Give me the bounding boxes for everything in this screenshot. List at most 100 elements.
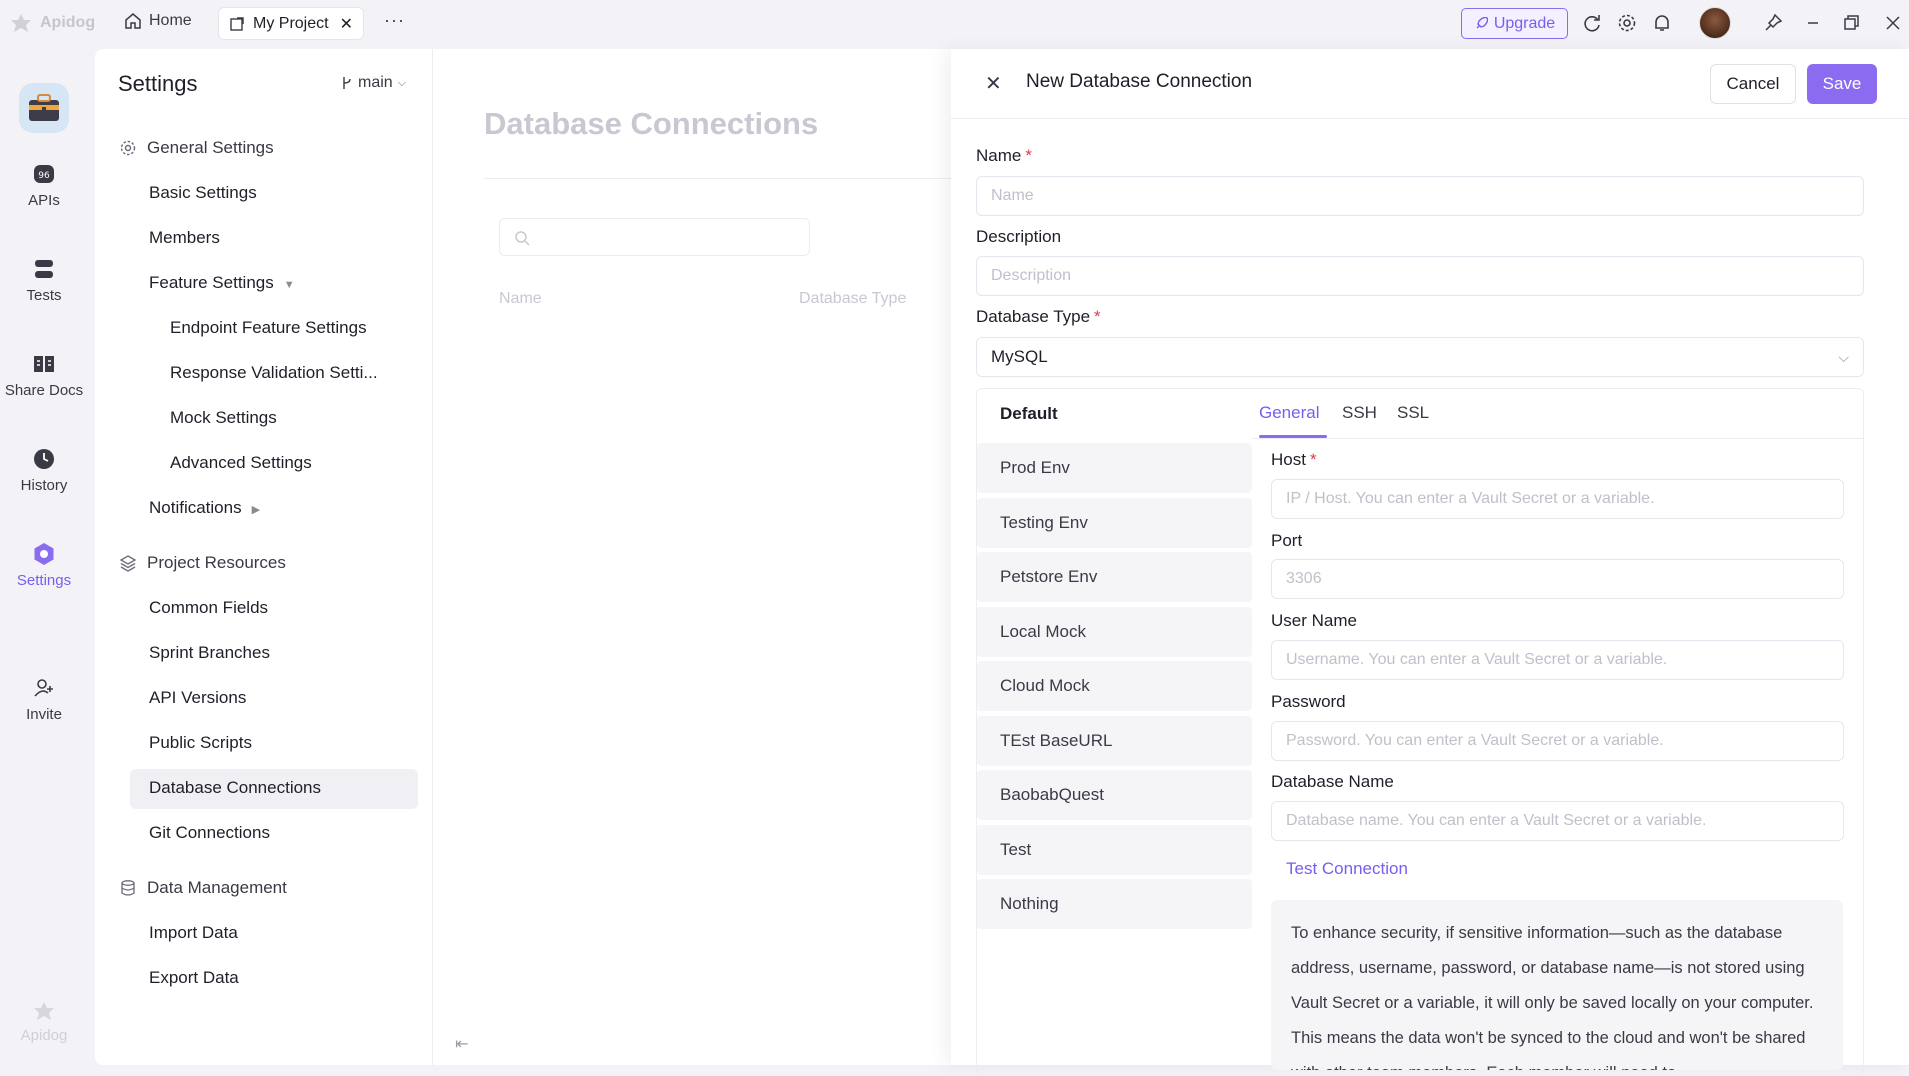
project-avatar[interactable]: [19, 83, 69, 133]
home-button[interactable]: Home: [124, 12, 192, 30]
database-type-value: MySQL: [991, 347, 1048, 366]
bell-icon[interactable]: [1651, 12, 1673, 34]
refresh-icon[interactable]: [1581, 12, 1603, 34]
nav-item-public-scripts[interactable]: Public Scripts: [149, 733, 252, 753]
close-icon[interactable]: ✕: [340, 14, 353, 34]
tab-ssl[interactable]: SSL: [1397, 403, 1429, 423]
cancel-button[interactable]: Cancel: [1710, 64, 1796, 104]
nav-item-sprint-branches[interactable]: Sprint Branches: [149, 643, 270, 663]
env-item-prod-env[interactable]: Prod Env: [977, 443, 1252, 493]
required-marker: *: [1094, 307, 1101, 326]
env-item-local-mock[interactable]: Local Mock: [977, 607, 1252, 657]
description-label: Description: [976, 227, 1062, 246]
database-name-label: Database Name: [1271, 772, 1394, 791]
description-field[interactable]: [976, 256, 1864, 296]
rail-item-invite[interactable]: Invite: [0, 676, 88, 723]
history-icon: [34, 449, 54, 469]
name-label-text: Name: [976, 146, 1022, 165]
nav-item-database-connections[interactable]: Database Connections: [149, 778, 321, 798]
save-button[interactable]: Save: [1807, 64, 1877, 104]
rocket-icon: [1476, 16, 1488, 28]
invite-icon: [34, 679, 53, 697]
nav-item-export-data[interactable]: Export Data: [149, 968, 239, 988]
active-tab-indicator: [1259, 435, 1327, 438]
drawer-title: New Database Connection: [1026, 71, 1253, 92]
search-input[interactable]: [499, 218, 810, 256]
svg-text:96: 96: [38, 171, 50, 181]
nav-group-data-management[interactable]: Data Management: [119, 878, 287, 898]
database-name-field[interactable]: [1271, 801, 1844, 841]
tab-my-project[interactable]: My Project ✕: [218, 7, 364, 40]
database-type-select[interactable]: MySQL ⌵: [976, 337, 1864, 377]
upgrade-button[interactable]: Upgrade: [1461, 8, 1568, 39]
env-item-testing-env[interactable]: Testing Env: [977, 498, 1252, 548]
chevron-down-icon: ⌵: [397, 76, 407, 89]
nav-group-general-settings[interactable]: General Settings: [119, 138, 274, 158]
env-item-test[interactable]: Test: [977, 825, 1252, 875]
nav-item-response-validation-settings[interactable]: Response Validation Setti...: [170, 363, 378, 383]
env-item-baobabquest[interactable]: BaobabQuest: [977, 770, 1252, 820]
restore-icon[interactable]: [1840, 12, 1862, 34]
tab-ssh[interactable]: SSH: [1342, 403, 1377, 423]
close-icon[interactable]: ✕: [985, 71, 1002, 96]
divider: [484, 178, 954, 179]
gear-icon[interactable]: [1616, 12, 1638, 34]
branch-selector[interactable]: main ⌵: [341, 74, 406, 92]
nav-item-common-fields[interactable]: Common Fields: [149, 598, 268, 618]
page-title: Database Connections: [484, 106, 819, 141]
nav-item-mock-settings[interactable]: Mock Settings: [170, 408, 277, 428]
env-item-petstore-env[interactable]: Petstore Env: [977, 552, 1252, 602]
env-item-cloud-mock[interactable]: Cloud Mock: [977, 661, 1252, 711]
rail-footer-logo-text: Apidog: [20, 1027, 68, 1044]
more-tabs-button[interactable]: ···: [384, 10, 405, 31]
env-item-test-baseurl[interactable]: TEst BaseURL: [977, 716, 1252, 766]
nav-item-advanced-settings[interactable]: Advanced Settings: [170, 453, 312, 473]
env-item-nothing[interactable]: Nothing: [977, 879, 1252, 929]
apis-icon: 96: [34, 165, 54, 183]
rail-footer-logo: Apidog: [16, 999, 72, 1044]
branch-label: main: [358, 74, 393, 91]
tab-general[interactable]: General: [1259, 403, 1319, 423]
user-name-field[interactable]: [1271, 640, 1844, 680]
host-field[interactable]: [1271, 479, 1844, 519]
nav-item-git-connections[interactable]: Git Connections: [149, 823, 270, 843]
gear-icon: [120, 140, 136, 156]
port-label: Port: [1271, 531, 1303, 550]
title-bar: Apidog Home My Project ✕ ··· Upgrade: [0, 0, 1909, 46]
nav-item-endpoint-feature-settings[interactable]: Endpoint Feature Settings: [170, 318, 367, 338]
name-field[interactable]: [976, 176, 1864, 216]
pin-icon[interactable]: [1762, 12, 1784, 34]
test-connection-link[interactable]: Test Connection: [1286, 859, 1408, 879]
project-icon: [230, 16, 244, 31]
nav-item-api-versions[interactable]: API Versions: [149, 688, 246, 708]
collapse-sidebar-icon[interactable]: ⇤: [455, 1034, 468, 1054]
rail-label: Invite: [26, 706, 62, 723]
password-field[interactable]: [1271, 721, 1844, 761]
nav-item-import-data[interactable]: Import Data: [149, 923, 238, 943]
nav-group-label: General Settings: [147, 138, 274, 157]
share-docs-icon: [34, 356, 54, 372]
rail-label: History: [20, 477, 68, 494]
nav-item-members[interactable]: Members: [149, 228, 220, 248]
window-close-icon[interactable]: [1882, 12, 1904, 34]
nav-group-label: Project Resources: [147, 553, 286, 572]
rail-item-apis[interactable]: 96 APIs: [0, 162, 88, 209]
rail-label: Tests: [26, 287, 62, 304]
port-field[interactable]: [1271, 559, 1844, 599]
rail-item-share-docs[interactable]: Share Docs: [0, 352, 88, 399]
avatar[interactable]: [1699, 7, 1731, 39]
env-item-default[interactable]: Default: [1000, 404, 1058, 424]
apidog-logo-icon: [11, 14, 31, 32]
nav-group-project-resources[interactable]: Project Resources: [119, 553, 286, 573]
drawer-header: ✕ New Database Connection Cancel Save: [951, 49, 1909, 119]
rail-item-settings[interactable]: Settings: [0, 542, 88, 589]
nav-item-basic-settings[interactable]: Basic Settings: [149, 183, 257, 203]
minimize-icon[interactable]: [1802, 12, 1824, 34]
rail-item-history[interactable]: History: [0, 447, 88, 494]
caret-down-icon: ▼: [283, 279, 295, 291]
settings-sidebar: Settings main ⌵ General Settings Basic S…: [95, 49, 433, 1065]
nav-item-notifications[interactable]: Notifications ▶: [149, 498, 260, 518]
nav-item-feature-settings[interactable]: Feature Settings ▼: [149, 273, 295, 293]
password-label: Password: [1271, 692, 1346, 711]
rail-item-tests[interactable]: Tests: [0, 257, 88, 304]
